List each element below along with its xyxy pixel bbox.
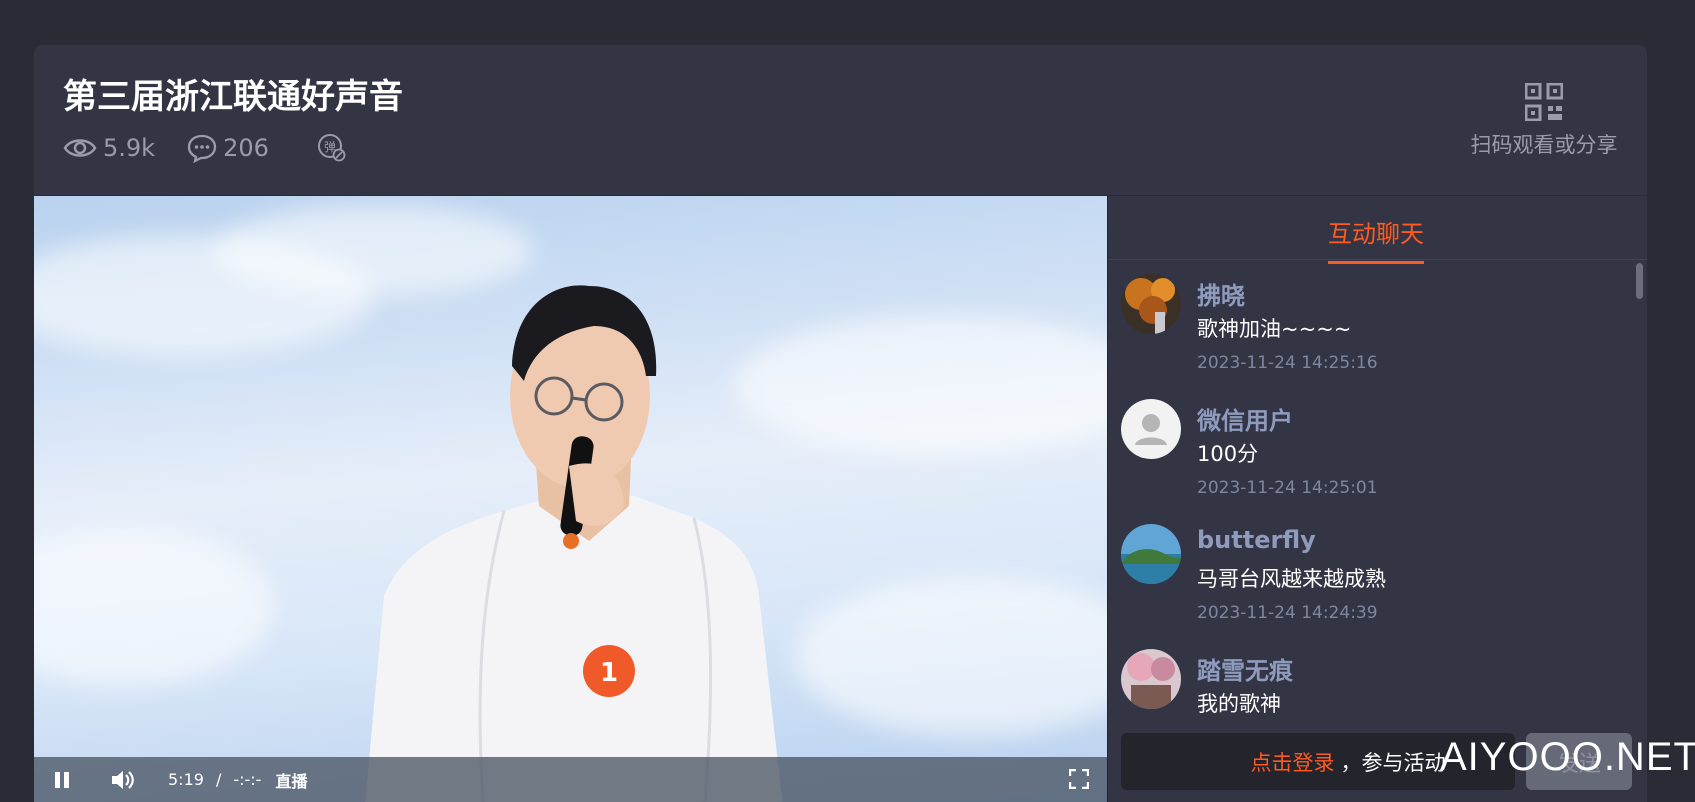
message-time: 2023-11-24 14:25:16 (1197, 353, 1378, 373)
duration: -:-:- (233, 770, 262, 789)
username: 拂晓 (1197, 282, 1245, 310)
chat-tabs: 互动聊天 (1108, 196, 1647, 264)
cloud (34, 526, 274, 686)
contestant-number: 1 (600, 658, 618, 688)
login-suffix: ，参与活动 (1340, 750, 1446, 775)
player-controls: 5:19 / -:-:- 直播 (34, 757, 1107, 802)
live-label: 直播 (275, 771, 308, 791)
live-card: 第三届浙江联通好声音 5.9k 206 弹 扫码观看或分享 1 5:19 / -… (34, 45, 1647, 802)
username: butterfly (1197, 526, 1316, 554)
avatar (1121, 649, 1181, 709)
volume-icon (112, 770, 134, 789)
chat-message: 拂晓 歌神加油~~~~ 2023-11-24 14:25:16 (1121, 261, 1621, 396)
singer-image: 1 (365, 285, 783, 802)
view-count: 5.9k (63, 134, 155, 162)
message-time: 2023-11-24 14:24:39 (1197, 603, 1378, 623)
username: 踏雪无痕 (1197, 657, 1293, 685)
qr-code-icon (1525, 83, 1563, 121)
message-text: 马哥台风越来越成熟 (1197, 567, 1386, 591)
time-separator: / (215, 770, 222, 789)
comment-count-value: 206 (223, 134, 269, 162)
username: 微信用户 (1197, 407, 1293, 435)
qr-label: 扫码观看或分享 (1470, 133, 1618, 157)
danmu-icon: 弹 (317, 134, 346, 162)
view-count-value: 5.9k (103, 134, 156, 162)
avatar (1121, 399, 1181, 459)
chat-panel: 互动聊天 拂晓 歌神加油~~~~ 2023-11-24 14:25:16 微信用… (1107, 196, 1647, 802)
page-title: 第三届浙江联通好声音 (63, 77, 403, 117)
chat-message: 微信用户 100分 2023-11-24 14:25:01 (1121, 386, 1621, 521)
cloud (794, 576, 1107, 736)
pause-icon (55, 771, 69, 788)
avatar (1121, 524, 1181, 584)
watermark: AIYOOO.NET (1440, 735, 1695, 779)
comment-count: 206 (187, 133, 269, 163)
chat-scrollbar[interactable] (1636, 263, 1643, 299)
header: 第三届浙江联通好声音 5.9k 206 弹 扫码观看或分享 (34, 45, 1647, 196)
stats-row: 5.9k 206 弹 (63, 131, 347, 165)
fullscreen-button[interactable] (1069, 769, 1089, 789)
eye-icon (63, 139, 97, 157)
login-link[interactable]: 点击登录 (1251, 747, 1335, 777)
message-text: 100分 (1197, 442, 1259, 466)
current-time: 5:19 (168, 770, 204, 789)
chat-list[interactable]: 拂晓 歌神加油~~~~ 2023-11-24 14:25:16 微信用户 100… (1108, 261, 1647, 727)
qr-share[interactable]: 扫码观看或分享 (1469, 83, 1619, 159)
fullscreen-icon (1069, 769, 1089, 789)
chat-message: 踏雪无痕 我的歌神 (1121, 636, 1621, 727)
message-text: 我的歌神 (1197, 692, 1281, 716)
danmu-toggle[interactable]: 弹 (317, 133, 347, 163)
video-player[interactable]: 1 5:19 / -:-:- 直播 (34, 196, 1107, 802)
comment-icon (187, 134, 217, 163)
pause-button[interactable] (54, 771, 70, 789)
message-text: 歌神加油~~~~ (1197, 317, 1352, 341)
avatar (1121, 274, 1181, 334)
chat-message: butterfly 马哥台风越来越成熟 2023-11-24 14:24:39 (1121, 511, 1621, 646)
tab-interactive-chat[interactable]: 互动聊天 (1328, 214, 1424, 264)
volume-button[interactable] (110, 769, 134, 791)
message-time: 2023-11-24 14:25:01 (1197, 478, 1378, 498)
